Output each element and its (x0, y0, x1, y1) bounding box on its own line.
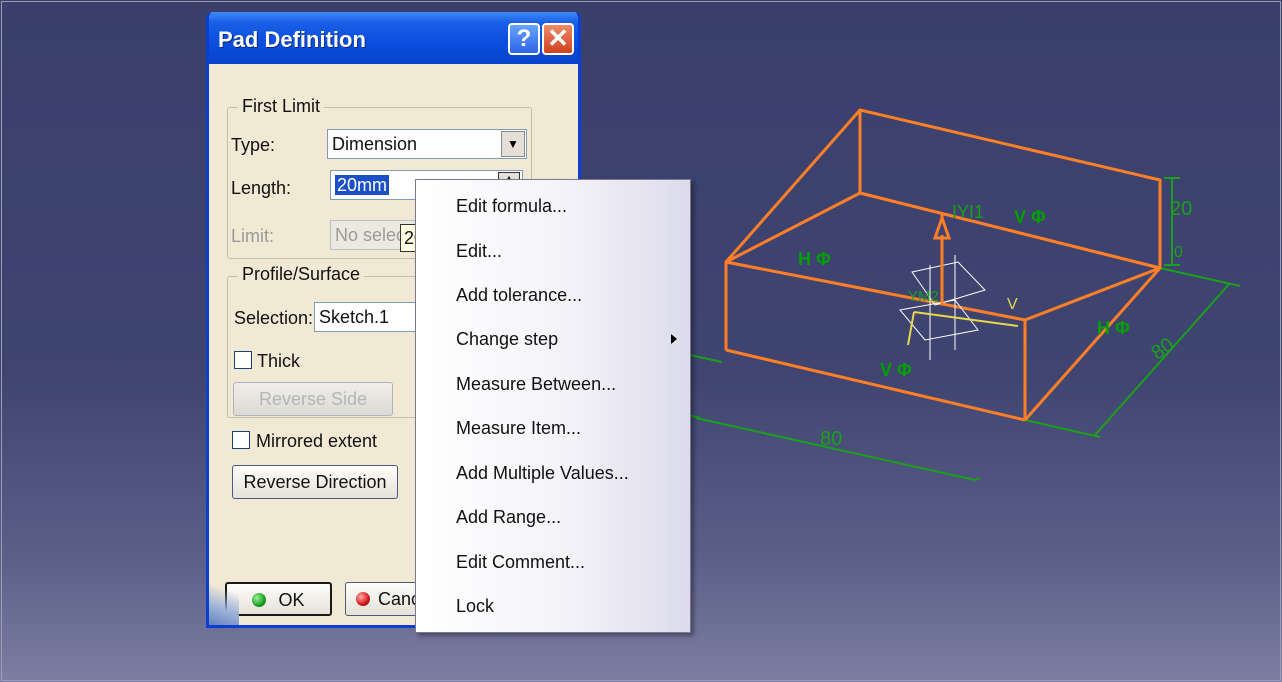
ok-label: OK (278, 590, 305, 610)
plane-label: YM2 (908, 288, 939, 305)
ok-icon (252, 593, 267, 607)
menu-item-measure-item[interactable]: Measure Item... (417, 406, 689, 450)
menu-item-add-multiple-values[interactable]: Add Multiple Values... (417, 451, 689, 495)
dialog-title: Pad Definition (218, 27, 366, 52)
menu-item-lock[interactable]: Lock (417, 584, 689, 628)
mirrored-extent-checkbox[interactable] (232, 431, 250, 449)
menu-item-add-tolerance[interactable]: Add tolerance... (417, 273, 689, 317)
axis-v-label: V (1007, 296, 1018, 313)
menu-item-change-step-label: Change step (456, 329, 559, 349)
menu-item-edit-formula[interactable]: Edit formula... (417, 184, 689, 228)
constraint-label[interactable]: V Φ (1014, 207, 1046, 228)
menu-item-add-range[interactable]: Add Range... (417, 495, 689, 539)
cancel-label: Canc (378, 589, 421, 609)
first-limit-legend: First Limit (238, 96, 324, 117)
submenu-arrow-icon (671, 334, 677, 344)
menu-item-change-step[interactable]: Change step (417, 317, 689, 361)
close-button[interactable]: ✕ (542, 23, 574, 55)
selection-field[interactable]: Sketch.1 (314, 302, 424, 332)
dialog-corner-decoration (209, 564, 239, 625)
sketch-axes (899, 213, 1019, 360)
dialog-titlebar[interactable]: Pad Definition ? ✕ (209, 12, 578, 64)
profile-surface-legend: Profile/Surface (238, 264, 365, 285)
menu-item-edit-comment[interactable]: Edit Comment... (417, 540, 689, 584)
ok-button[interactable]: OK (225, 582, 332, 616)
limit-label: Limit: (231, 226, 275, 246)
height-tick-label: 0 (1174, 244, 1183, 261)
dimension-lines (667, 177, 1241, 481)
thick-checkbox[interactable] (234, 351, 252, 369)
constraint-label[interactable]: V Φ (880, 360, 912, 381)
help-button[interactable]: ? (508, 23, 540, 55)
type-select[interactable]: Dimension ▼ (327, 129, 527, 159)
menu-item-measure-between[interactable]: Measure Between... (417, 362, 689, 406)
type-select-value: Dimension (332, 134, 418, 154)
selection-label: Selection: (234, 308, 314, 328)
selection-field-value: Sketch.1 (319, 307, 390, 327)
constraint-label[interactable]: H Φ (1097, 318, 1130, 339)
mirrored-extent-label: Mirrored extent (256, 431, 378, 451)
thick-label: Thick (257, 351, 301, 371)
dimension-width-label[interactable]: 80 (820, 428, 842, 451)
menu-item-edit[interactable]: Edit... (417, 229, 689, 273)
chevron-down-icon[interactable]: ▼ (501, 131, 525, 157)
constraint-label[interactable]: H Φ (798, 249, 831, 270)
dimension-height-label[interactable]: 20 (1170, 198, 1192, 221)
limit-field-value: No selec (335, 225, 406, 245)
length-input-value: 20mm (335, 175, 390, 195)
dimension-marker-label: IYI1 (952, 202, 985, 222)
reverse-side-button: Reverse Side (233, 382, 393, 416)
type-label: Type: (231, 135, 276, 155)
reverse-direction-button[interactable]: Reverse Direction (232, 465, 398, 499)
cancel-icon (356, 592, 370, 606)
length-label: Length: (231, 178, 292, 198)
context-menu: Edit formula... Edit... Add tolerance...… (415, 179, 691, 633)
